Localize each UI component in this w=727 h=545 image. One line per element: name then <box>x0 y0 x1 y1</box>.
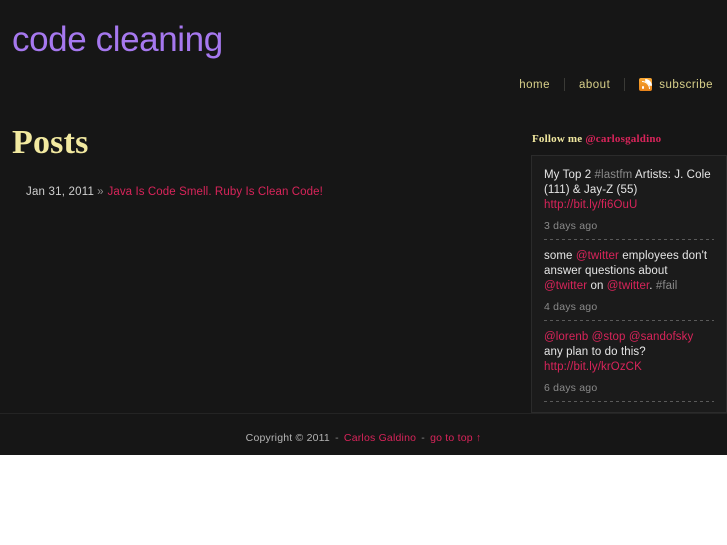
tweet-timestamp: 4 days ago <box>544 301 598 313</box>
nav-link-subscribe[interactable]: subscribe <box>659 79 713 91</box>
rss-icon[interactable] <box>639 78 653 91</box>
go-to-top-link[interactable]: go to top ↑ <box>430 432 481 444</box>
site-title: code cleaning <box>12 20 223 59</box>
tweet-text: My Top 2 <box>544 169 595 181</box>
footer-author-link[interactable]: Carlos Galdino <box>344 432 416 444</box>
post-title-link[interactable]: Java Is Code Smell. Ruby Is Clean Code! <box>107 186 322 198</box>
posts-column: Posts Jan 31, 2011» Java Is Code Smell. R… <box>12 124 512 200</box>
twitter-handle-link[interactable]: @carlosgaldino <box>585 133 661 145</box>
nav-link-about[interactable]: about <box>579 79 610 91</box>
tweet-link[interactable]: @twitter <box>607 280 650 292</box>
main-navigation: home about subscribe <box>519 78 713 91</box>
subscribe-group[interactable]: subscribe <box>639 78 713 91</box>
tweet-link[interactable]: @lorenb <box>544 331 588 343</box>
post-list: Jan 31, 2011» Java Is Code Smell. Ruby Is… <box>12 184 512 200</box>
tweet-widget: My Top 2 #lastfm Artists: J. Cole (111) … <box>531 155 727 413</box>
tweet-link[interactable]: http://bit.ly/krOzCK <box>544 361 642 373</box>
tweet-link[interactable]: @sandofsky <box>629 331 693 343</box>
tweet-divider <box>544 401 714 402</box>
tweet-text: any plan to do this? <box>544 346 646 358</box>
nav-divider <box>624 78 626 91</box>
tweet-link[interactable]: @stop <box>592 331 626 343</box>
tweet-timestamp: 6 days ago <box>544 382 598 394</box>
tweet-item: @lorenb @stop @sandofsky any plan to do … <box>544 330 714 375</box>
follow-me-label: Follow me <box>532 133 583 145</box>
tweet-hashtag[interactable]: #lastfm <box>595 169 633 181</box>
tweet-hashtag[interactable]: #fail <box>656 280 678 292</box>
tweet-link[interactable]: @twitter <box>576 250 619 262</box>
tweet-text: some <box>544 250 576 262</box>
footer-text: Copyright © 2011 - Carlos Galdino - go t… <box>0 414 727 444</box>
page-root: code cleaning home about subscribe Posts… <box>0 0 727 455</box>
post-list-item: Jan 31, 2011» Java Is Code Smell. Ruby Is… <box>12 184 512 200</box>
tweet-divider <box>544 239 714 240</box>
tweet-link[interactable]: http://bit.ly/fi6OuU <box>544 199 637 211</box>
follow-me-line: Follow me @carlosgaldino <box>531 132 727 146</box>
tweet-link[interactable]: @twitter <box>544 280 587 292</box>
twitter-sidebar: Follow me @carlosgaldino My Top 2 #lastfm… <box>531 132 727 413</box>
tweet-item: My Top 2 #lastfm Artists: J. Cole (111) … <box>544 168 714 213</box>
page-title: Posts <box>12 124 89 161</box>
tweet-text: on <box>587 280 607 292</box>
site-header: code cleaning home about subscribe <box>0 0 727 112</box>
tweet-item: some @twitter employees don't answer que… <box>544 249 714 294</box>
footer-copyright: Copyright © 2011 <box>245 432 330 444</box>
post-date: Jan 31, 2011 <box>26 186 95 198</box>
nav-link-home[interactable]: home <box>519 79 550 91</box>
footer-dash: - <box>421 432 425 444</box>
site-footer: Copyright © 2011 - Carlos Galdino - go t… <box>0 413 727 455</box>
footer-dash: - <box>335 432 339 444</box>
tweet-timestamp: 3 days ago <box>544 220 598 232</box>
tweet-text: . <box>649 280 656 292</box>
nav-divider <box>564 78 565 91</box>
post-separator-icon: » <box>97 186 104 198</box>
tweet-divider <box>544 320 714 321</box>
